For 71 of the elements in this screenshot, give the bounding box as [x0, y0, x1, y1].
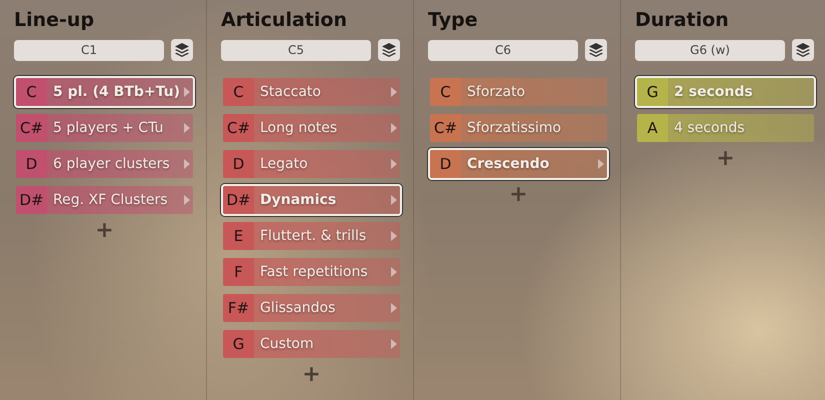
column-title: Duration	[635, 8, 730, 33]
item-label: 5 players + CTu	[53, 120, 164, 136]
item-label: Legato	[260, 156, 308, 172]
add-button[interactable]: +	[95, 220, 114, 242]
note-label: F	[223, 258, 254, 286]
column-title: Articulation	[221, 8, 348, 33]
column-title: Line-up	[14, 8, 96, 33]
note-label: G	[637, 78, 668, 106]
layers-icon	[174, 42, 190, 58]
item-label: Staccato	[260, 84, 321, 100]
submenu-arrow-icon	[184, 195, 190, 205]
item-label: Fluttert. & trills	[260, 228, 366, 244]
add-button[interactable]: +	[302, 364, 321, 386]
item-label: 2 seconds	[674, 84, 753, 100]
note-label: D	[430, 150, 461, 178]
column-title: Type	[428, 8, 479, 33]
list-item[interactable]: D Crescendo	[428, 148, 609, 180]
item-label: Sforzatissimo	[467, 120, 562, 136]
layers-icon	[795, 42, 811, 58]
list-item[interactable]: C 5 pl. (4 BTb+Tu)	[14, 76, 195, 108]
add-button[interactable]: +	[509, 184, 528, 206]
submenu-arrow-icon	[598, 159, 604, 169]
note-label: C	[16, 78, 47, 106]
item-label: Crescendo	[467, 156, 550, 172]
list-item[interactable]: D# Dynamics	[221, 184, 402, 216]
add-button[interactable]: +	[716, 148, 735, 170]
note-label: A	[637, 114, 668, 142]
note-label: C#	[223, 114, 254, 142]
submenu-arrow-icon	[391, 303, 397, 313]
submenu-arrow-icon	[391, 339, 397, 349]
submenu-arrow-icon	[391, 159, 397, 169]
layers-icon	[588, 42, 604, 58]
layers-button[interactable]	[171, 39, 193, 61]
item-label: Long notes	[260, 120, 338, 136]
submenu-arrow-icon	[391, 195, 397, 205]
note-label: D#	[223, 186, 254, 214]
submenu-arrow-icon	[391, 87, 397, 97]
note-label: C#	[16, 114, 47, 142]
note-label: D	[16, 150, 47, 178]
layers-button[interactable]	[378, 39, 400, 61]
item-label: 6 player clusters	[53, 156, 170, 172]
note-label: D#	[16, 186, 47, 214]
key-field[interactable]: C5	[221, 40, 371, 60]
item-label: 5 pl. (4 BTb+Tu)	[53, 84, 180, 100]
list-item[interactable]: G 2 seconds	[635, 76, 816, 108]
item-label: Custom	[260, 336, 314, 352]
note-label: F#	[223, 294, 254, 322]
note-label: D	[223, 150, 254, 178]
item-label: Glissandos	[260, 300, 336, 316]
note-label: C#	[430, 114, 461, 142]
item-label: 4 seconds	[674, 120, 745, 136]
submenu-arrow-icon	[391, 123, 397, 133]
key-field[interactable]: C6	[428, 40, 578, 60]
item-label: Fast repetitions	[260, 264, 368, 280]
key-field[interactable]: G6 (w)	[635, 40, 785, 60]
note-label: C	[223, 78, 254, 106]
note-label: C	[430, 78, 461, 106]
note-label: E	[223, 222, 254, 250]
submenu-arrow-icon	[184, 87, 190, 97]
submenu-arrow-icon	[184, 159, 190, 169]
submenu-arrow-icon	[184, 123, 190, 133]
item-label: Sforzato	[467, 84, 526, 100]
submenu-arrow-icon	[391, 267, 397, 277]
item-label: Reg. XF Clusters	[53, 192, 168, 208]
key-field[interactable]: C1	[14, 40, 164, 60]
layers-button[interactable]	[792, 39, 814, 61]
submenu-arrow-icon	[391, 231, 397, 241]
layers-button[interactable]	[585, 39, 607, 61]
layers-icon	[381, 42, 397, 58]
item-label: Dynamics	[260, 192, 336, 208]
note-label: G	[223, 330, 254, 358]
